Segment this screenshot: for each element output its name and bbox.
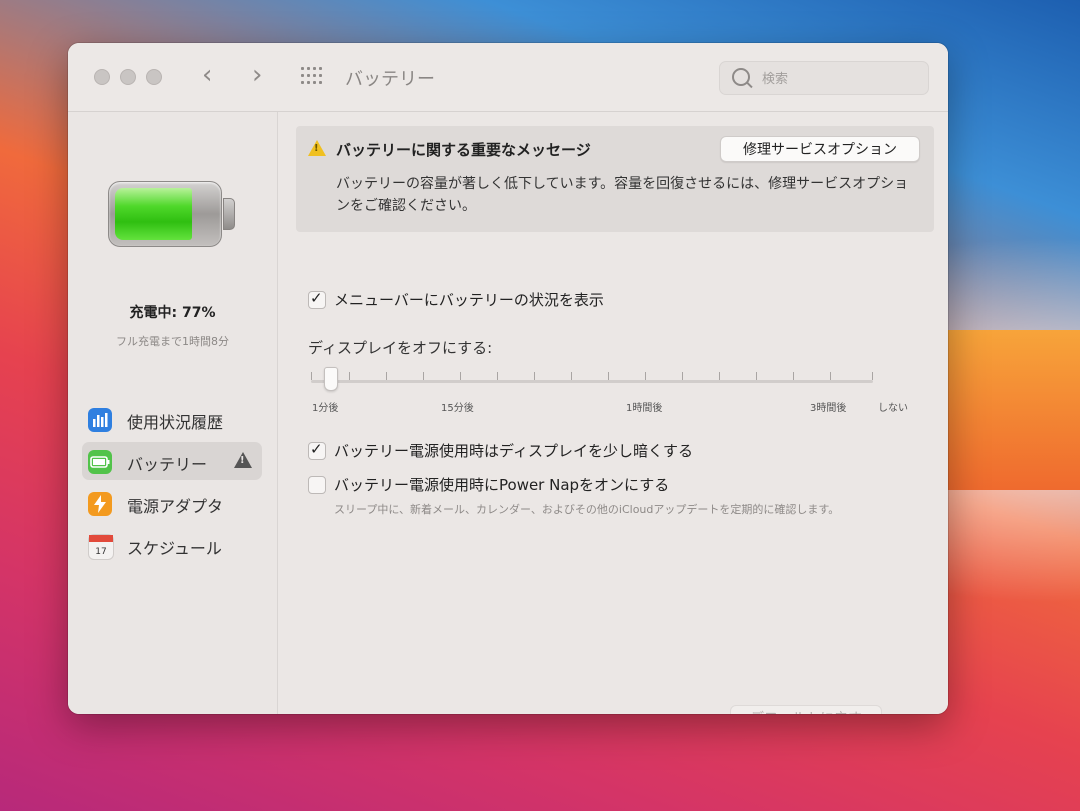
- power-nap-label: バッテリー電源使用時にPower Napをオンにする: [334, 476, 670, 494]
- close-window-button[interactable]: [94, 69, 110, 85]
- battery-alert: バッテリーに関する重要なメッセージ 修理サービスオプション バッテリーの容量が著…: [296, 126, 934, 232]
- slider-tick: [497, 372, 498, 380]
- usage-history-icon: [88, 408, 112, 432]
- slider-tick: [386, 372, 387, 380]
- battery-terminal: [223, 198, 235, 230]
- slider-tick: [645, 372, 646, 380]
- battery-fill: [115, 188, 192, 240]
- power-nap-checkbox[interactable]: [308, 476, 326, 494]
- slider-tick: [756, 372, 757, 380]
- slider-tick: [423, 372, 424, 380]
- repair-service-options-button[interactable]: 修理サービスオプション: [720, 136, 920, 162]
- power-nap-description: スリープ中に、新着メール、カレンダー、およびその他のiCloudアップデートを定…: [334, 503, 840, 516]
- slider-tick: [719, 372, 720, 380]
- title-bar: ‹ › バッテリー: [68, 43, 948, 112]
- alert-title: バッテリーに関する重要なメッセージ: [336, 141, 591, 159]
- slider-tick: [534, 372, 535, 380]
- sidebar: 充電中: 77% フル充電まで1時間8分 使用状況履歴 バッテリー 電源アダプタ…: [68, 112, 278, 714]
- slider-tick: [608, 372, 609, 380]
- slider-tick-label: 1分後: [312, 403, 339, 414]
- display-off-slider-knob[interactable]: [324, 367, 338, 391]
- slider-tick: [682, 372, 683, 380]
- system-preferences-window: ‹ › バッテリー 充電中: 77% フル充電まで1時間8分 使用状況履歴: [68, 43, 948, 714]
- back-arrow-icon[interactable]: ‹: [202, 61, 212, 89]
- minimize-window-button[interactable]: [120, 69, 136, 85]
- restore-defaults-button[interactable]: デフォルトに戻す: [730, 705, 882, 714]
- forward-arrow-icon[interactable]: ›: [252, 61, 262, 89]
- display-off-label: ディスプレイをオフにする:: [308, 339, 493, 357]
- charge-status: 充電中: 77%: [129, 305, 216, 321]
- slider-tick: [830, 372, 831, 380]
- sidebar-item-label: 使用状況履歴: [127, 413, 224, 432]
- dim-display-checkbox[interactable]: [308, 440, 326, 460]
- show-menubar-label: メニューバーにバッテリーの状況を表示: [334, 291, 604, 309]
- battery-level-icon: [108, 181, 222, 247]
- sidebar-item-power-adapter[interactable]: 電源アダプタ: [82, 484, 262, 522]
- display-off-slider[interactable]: [311, 380, 873, 383]
- search-input[interactable]: [760, 68, 914, 90]
- slider-tick: [349, 372, 350, 380]
- slider-tick: [872, 372, 873, 380]
- window-title: バッテリー: [345, 69, 435, 90]
- zoom-window-button[interactable]: [146, 69, 162, 85]
- slider-tick: [793, 372, 794, 380]
- alert-message: バッテリーの容量が著しく低下しています。容量を回復させるには、修理サービスオプシ…: [336, 176, 909, 214]
- sidebar-item-battery[interactable]: バッテリー: [82, 442, 262, 480]
- slider-tick-label: 3時間後: [810, 403, 847, 414]
- show-all-grid-icon[interactable]: [301, 67, 323, 85]
- slider-tick: [311, 372, 312, 380]
- main-content: バッテリーに関する重要なメッセージ 修理サービスオプション バッテリーの容量が著…: [278, 112, 948, 714]
- sidebar-item-label: バッテリー: [127, 455, 208, 474]
- slider-tick: [571, 372, 572, 380]
- slider-tick-label: 15分後: [441, 403, 474, 414]
- sidebar-item-usage-history[interactable]: 使用状況履歴: [82, 400, 262, 438]
- svg-text:17: 17: [95, 547, 106, 557]
- sidebar-item-label: スケジュール: [127, 539, 222, 558]
- warning-icon: [234, 452, 252, 468]
- search-icon: [732, 68, 750, 86]
- search-field[interactable]: [719, 61, 929, 95]
- power-adapter-icon: [88, 492, 112, 516]
- slider-tick-label: 1時間後: [626, 403, 663, 414]
- dim-display-label: バッテリー電源使用時はディスプレイを少し暗くする: [334, 442, 693, 460]
- sidebar-item-label: 電源アダプタ: [127, 497, 224, 516]
- sidebar-item-schedule[interactable]: 17 スケジュール: [82, 526, 262, 564]
- calendar-icon: 17: [88, 534, 114, 560]
- time-until-full: フル充電まで1時間8分: [116, 335, 229, 348]
- slider-tick-label: しない: [878, 403, 908, 414]
- battery-icon: [88, 450, 112, 474]
- slider-tick: [460, 372, 461, 380]
- show-menubar-checkbox[interactable]: [308, 289, 326, 309]
- warning-icon: [308, 140, 326, 156]
